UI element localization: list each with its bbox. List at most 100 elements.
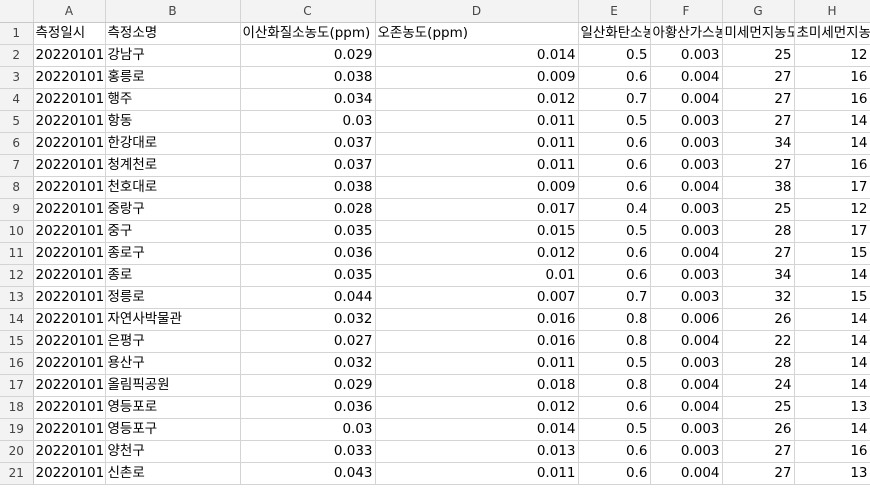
header-cell-a[interactable]: 측정일시 — [33, 22, 106, 45]
cell-g[interactable]: 27 — [722, 88, 795, 111]
cell-e[interactable]: 0.5 — [578, 110, 651, 133]
cell-g[interactable]: 34 — [722, 132, 795, 155]
cell-f[interactable]: 0.003 — [650, 264, 723, 287]
cell-f[interactable]: 0.003 — [650, 352, 723, 375]
cell-c[interactable]: 0.03 — [240, 418, 376, 441]
cell-c[interactable]: 0.037 — [240, 154, 376, 177]
cell-e[interactable]: 0.8 — [578, 308, 651, 331]
cell-a[interactable]: 20220101 — [33, 286, 106, 309]
cell-e[interactable]: 0.6 — [578, 242, 651, 265]
cell-d[interactable]: 0.017 — [375, 198, 579, 221]
cell-c[interactable]: 0.027 — [240, 330, 376, 353]
cell-d[interactable]: 0.012 — [375, 396, 579, 419]
cell-a[interactable]: 20220101 — [33, 308, 106, 331]
cell-b[interactable]: 중랑구 — [105, 198, 241, 221]
row-header[interactable]: 19 — [0, 418, 34, 441]
header-cell-d[interactable]: 오존농도(ppm) — [375, 22, 579, 45]
cell-d[interactable]: 0.012 — [375, 88, 579, 111]
cell-h[interactable]: 14 — [794, 418, 870, 441]
cell-h[interactable]: 14 — [794, 330, 870, 353]
cell-g[interactable]: 25 — [722, 198, 795, 221]
cell-f[interactable]: 0.003 — [650, 110, 723, 133]
cell-g[interactable]: 27 — [722, 110, 795, 133]
cell-c[interactable]: 0.038 — [240, 176, 376, 199]
row-header[interactable]: 10 — [0, 220, 34, 243]
cell-h[interactable]: 13 — [794, 396, 870, 419]
cell-c[interactable]: 0.038 — [240, 66, 376, 89]
cell-e[interactable]: 0.6 — [578, 66, 651, 89]
row-header[interactable]: 20 — [0, 440, 34, 463]
cell-f[interactable]: 0.006 — [650, 308, 723, 331]
cell-a[interactable]: 20220101 — [33, 396, 106, 419]
row-header[interactable]: 5 — [0, 110, 34, 133]
select-all-corner[interactable] — [0, 0, 34, 23]
cell-b[interactable]: 종로 — [105, 264, 241, 287]
cell-h[interactable]: 16 — [794, 440, 870, 463]
cell-a[interactable]: 20220101 — [33, 330, 106, 353]
cell-b[interactable]: 항동 — [105, 110, 241, 133]
cell-f[interactable]: 0.004 — [650, 396, 723, 419]
cell-h[interactable]: 16 — [794, 66, 870, 89]
cell-e[interactable]: 0.4 — [578, 198, 651, 221]
cell-h[interactable]: 13 — [794, 462, 870, 485]
cell-d[interactable]: 0.011 — [375, 132, 579, 155]
row-header[interactable]: 2 — [0, 44, 34, 67]
cell-f[interactable]: 0.004 — [650, 462, 723, 485]
header-cell-e[interactable]: 일산화탄소농도(ppm) — [578, 22, 651, 45]
cell-b[interactable]: 행주 — [105, 88, 241, 111]
cell-e[interactable]: 0.7 — [578, 286, 651, 309]
header-cell-c[interactable]: 이산화질소농도(ppm) — [240, 22, 376, 45]
cell-f[interactable]: 0.004 — [650, 374, 723, 397]
row-header[interactable]: 15 — [0, 330, 34, 353]
cell-h[interactable]: 14 — [794, 374, 870, 397]
cell-f[interactable]: 0.004 — [650, 88, 723, 111]
cell-a[interactable]: 20220101 — [33, 462, 106, 485]
cell-h[interactable]: 12 — [794, 198, 870, 221]
cell-f[interactable]: 0.004 — [650, 242, 723, 265]
cell-d[interactable]: 0.012 — [375, 242, 579, 265]
row-header[interactable]: 18 — [0, 396, 34, 419]
row-header[interactable]: 12 — [0, 264, 34, 287]
row-header[interactable]: 4 — [0, 88, 34, 111]
cell-a[interactable]: 20220101 — [33, 440, 106, 463]
cell-b[interactable]: 영등포구 — [105, 418, 241, 441]
cell-a[interactable]: 20220101 — [33, 242, 106, 265]
cell-c[interactable]: 0.044 — [240, 286, 376, 309]
cell-e[interactable]: 0.5 — [578, 418, 651, 441]
cell-a[interactable]: 20220101 — [33, 352, 106, 375]
cell-h[interactable]: 15 — [794, 242, 870, 265]
cell-f[interactable]: 0.003 — [650, 418, 723, 441]
cell-c[interactable]: 0.043 — [240, 462, 376, 485]
cell-a[interactable]: 20220101 — [33, 374, 106, 397]
cell-e[interactable]: 0.6 — [578, 132, 651, 155]
cell-b[interactable]: 한강대로 — [105, 132, 241, 155]
cell-h[interactable]: 14 — [794, 308, 870, 331]
cell-f[interactable]: 0.003 — [650, 44, 723, 67]
cell-d[interactable]: 0.009 — [375, 66, 579, 89]
cell-h[interactable]: 14 — [794, 352, 870, 375]
row-header[interactable]: 11 — [0, 242, 34, 265]
cell-e[interactable]: 0.6 — [578, 154, 651, 177]
row-header[interactable]: 9 — [0, 198, 34, 221]
cell-e[interactable]: 0.6 — [578, 396, 651, 419]
cell-e[interactable]: 0.7 — [578, 88, 651, 111]
cell-b[interactable]: 영등포로 — [105, 396, 241, 419]
cell-f[interactable]: 0.003 — [650, 440, 723, 463]
cell-f[interactable]: 0.003 — [650, 220, 723, 243]
cell-g[interactable]: 27 — [722, 462, 795, 485]
cell-e[interactable]: 0.5 — [578, 44, 651, 67]
cell-e[interactable]: 0.8 — [578, 330, 651, 353]
cell-d[interactable]: 0.011 — [375, 154, 579, 177]
cell-g[interactable]: 28 — [722, 352, 795, 375]
cell-f[interactable]: 0.003 — [650, 132, 723, 155]
cell-a[interactable]: 20220101 — [33, 44, 106, 67]
cell-c[interactable]: 0.036 — [240, 396, 376, 419]
cell-b[interactable]: 은평구 — [105, 330, 241, 353]
cell-g[interactable]: 25 — [722, 396, 795, 419]
cell-a[interactable]: 20220101 — [33, 132, 106, 155]
cell-f[interactable]: 0.004 — [650, 330, 723, 353]
row-header[interactable]: 14 — [0, 308, 34, 331]
cell-a[interactable]: 20220101 — [33, 198, 106, 221]
row-header[interactable]: 1 — [0, 22, 34, 45]
cell-e[interactable]: 0.8 — [578, 374, 651, 397]
